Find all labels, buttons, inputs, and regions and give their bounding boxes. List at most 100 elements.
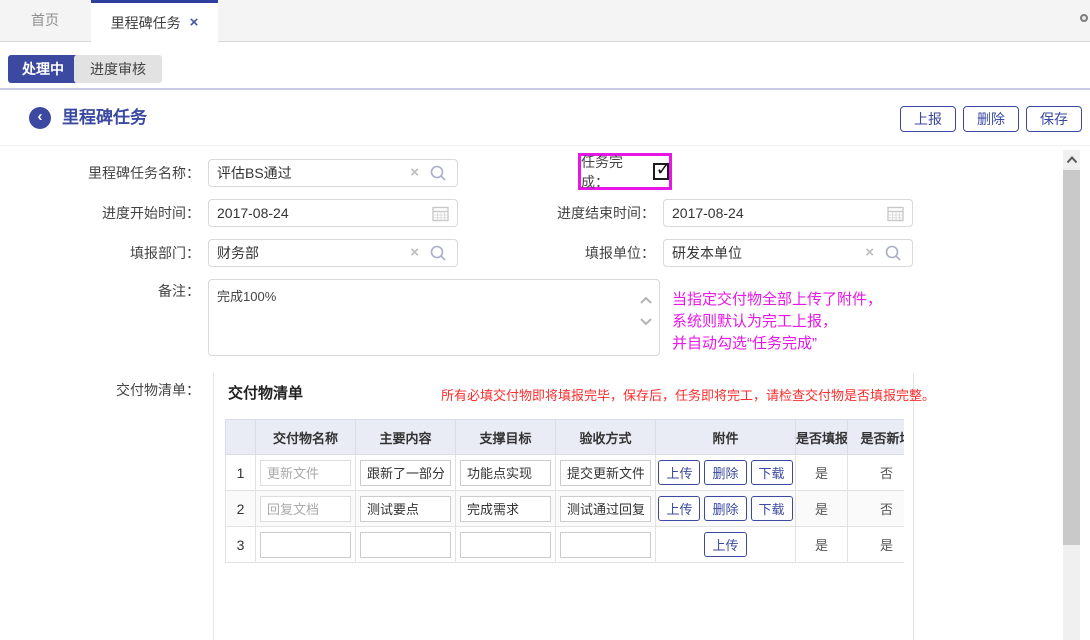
- deliverable-name-input[interactable]: [260, 496, 351, 522]
- tab-label: 里程碑任务: [111, 13, 181, 33]
- search-icon[interactable]: [429, 244, 447, 265]
- col-target: 支撑目标: [456, 420, 556, 455]
- chevron-down-icon[interactable]: [639, 317, 653, 326]
- support-target-input[interactable]: [460, 532, 551, 558]
- title-actions: 上报 删除 保存: [900, 106, 1082, 132]
- download-button[interactable]: 下载: [751, 496, 793, 521]
- task-name-field: ×: [208, 159, 458, 187]
- calendar-icon[interactable]: [432, 205, 449, 225]
- window-corner-icon: [1080, 14, 1088, 22]
- col-acceptance: 验收方式: [556, 420, 656, 455]
- check-icon: ✓: [656, 159, 671, 180]
- start-time-label: 进度开始时间：: [0, 199, 200, 227]
- deliverables-warning: 所有必填交付物即将填报完毕，保存后，任务即将完工，请检查交付物是否填报完整。: [441, 385, 935, 404]
- tab-bar: 首页 里程碑任务 ×: [0, 0, 1090, 42]
- task-complete-checkbox[interactable]: ✓: [653, 163, 669, 180]
- deliverables-table-container: 交付物名称 主要内容 支撑目标 验收方式 附件 是否填报 是否新增 1: [225, 419, 904, 563]
- deliverable-name-input[interactable]: [260, 532, 351, 558]
- is-new-cell: 否: [848, 491, 905, 527]
- department-field: ×: [208, 239, 458, 267]
- col-content: 主要内容: [356, 420, 456, 455]
- support-target-input[interactable]: [460, 496, 551, 522]
- support-target-input[interactable]: [460, 460, 551, 486]
- filled-cell: 是: [796, 455, 848, 491]
- is-new-cell: 是: [848, 527, 905, 563]
- scrollbar-thumb[interactable]: [1063, 170, 1080, 545]
- main-content-input[interactable]: [360, 460, 451, 486]
- remark-textarea[interactable]: 完成100%: [209, 280, 659, 355]
- unit-field: ×: [663, 239, 913, 267]
- annotation-line: 并自动勾选“任务完成”: [672, 333, 882, 355]
- start-time-input[interactable]: [209, 200, 457, 226]
- deliverables-table: 交付物名称 主要内容 支撑目标 验收方式 附件 是否填报 是否新增 1: [225, 419, 904, 563]
- col-name: 交付物名称: [256, 420, 356, 455]
- upload-button[interactable]: 上传: [704, 532, 746, 557]
- status-toolbar: 处理中 进度审核: [0, 42, 1090, 88]
- remark-field: 完成100%: [208, 279, 660, 356]
- tab-home[interactable]: 首页: [0, 0, 90, 41]
- task-name-input[interactable]: [209, 160, 457, 186]
- table-row: 2 上传 删除 下载: [226, 491, 905, 527]
- upload-button[interactable]: 上传: [658, 496, 700, 521]
- deliverable-name-input[interactable]: [260, 460, 351, 486]
- department-input[interactable]: [209, 240, 457, 266]
- unit-input[interactable]: [664, 240, 912, 266]
- annotation-line: 当指定交付物全部上传了附件，: [672, 289, 882, 311]
- col-filled: 是否填报: [796, 420, 848, 455]
- status-progress-review-button[interactable]: 进度审核: [74, 55, 162, 83]
- acceptance-input[interactable]: [560, 496, 651, 522]
- end-time-label: 进度结束时间：: [520, 199, 655, 227]
- report-button[interactable]: 上报: [900, 106, 956, 132]
- filled-cell: 是: [796, 491, 848, 527]
- search-icon[interactable]: [884, 244, 902, 265]
- app-window: 首页 里程碑任务 × 处理中 进度审核 ‹ 里程碑任务 上报 删除 保存 里程碑…: [0, 0, 1090, 640]
- chevron-up-icon[interactable]: [639, 296, 653, 305]
- acceptance-input[interactable]: [560, 460, 651, 486]
- delete-button[interactable]: 删除: [963, 106, 1019, 132]
- table-row: 1 上传 删除 下载: [226, 455, 905, 491]
- delete-attachment-button[interactable]: 删除: [704, 460, 746, 485]
- annotation-line: 系统则默认为完工上报，: [672, 311, 882, 333]
- deliverables-panel: 交付物清单 所有必填交付物即将填报完毕，保存后，任务即将完工，请检查交付物是否填…: [213, 373, 914, 640]
- status-processing-button[interactable]: 处理中: [8, 55, 78, 83]
- acceptance-input[interactable]: [560, 532, 651, 558]
- delete-attachment-button[interactable]: 删除: [704, 496, 746, 521]
- department-label: 填报部门：: [0, 239, 200, 267]
- back-icon[interactable]: ‹: [29, 107, 51, 129]
- tab-close-icon[interactable]: ×: [190, 15, 199, 30]
- table-row: 3 上传 是 是: [226, 527, 905, 563]
- task-complete-label: 任务完成：: [581, 152, 647, 192]
- clear-icon[interactable]: ×: [410, 160, 419, 186]
- row-index: 3: [226, 527, 256, 563]
- task-name-label: 里程碑任务名称：: [0, 159, 200, 187]
- vertical-scrollbar[interactable]: [1063, 150, 1080, 640]
- clear-icon[interactable]: ×: [865, 240, 874, 266]
- calendar-icon[interactable]: [887, 205, 904, 225]
- is-new-cell: 否: [848, 455, 905, 491]
- title-bar: ‹ 里程碑任务 上报 删除 保存: [0, 90, 1090, 145]
- row-index: 2: [226, 491, 256, 527]
- search-icon[interactable]: [429, 164, 447, 185]
- save-button[interactable]: 保存: [1026, 106, 1082, 132]
- table-header-row: 交付物名称 主要内容 支撑目标 验收方式 附件 是否填报 是否新增: [226, 420, 905, 455]
- unit-label: 填报单位：: [520, 239, 655, 267]
- annotation-note: 当指定交付物全部上传了附件， 系统则默认为完工上报， 并自动勾选“任务完成”: [672, 289, 882, 355]
- form-content: 里程碑任务名称： × 任务完成： ✓ 进度开始时间： 进度结束时间：: [0, 145, 1090, 640]
- end-time-input[interactable]: [664, 200, 912, 226]
- tab-milestone-task[interactable]: 里程碑任务 ×: [91, 0, 218, 42]
- col-index: [226, 420, 256, 455]
- deliverables-label: 交付物清单：: [0, 380, 200, 400]
- start-time-field: [208, 199, 458, 227]
- filled-cell: 是: [796, 527, 848, 563]
- textarea-scroll-arrows: [639, 296, 653, 326]
- remark-label: 备注：: [0, 281, 200, 301]
- main-content-input[interactable]: [360, 496, 451, 522]
- end-time-field: [663, 199, 913, 227]
- task-complete-highlight: 任务完成： ✓: [578, 153, 672, 190]
- download-button[interactable]: 下载: [751, 460, 793, 485]
- main-content-input[interactable]: [360, 532, 451, 558]
- clear-icon[interactable]: ×: [410, 240, 419, 266]
- scroll-up-icon[interactable]: [1063, 152, 1080, 168]
- upload-button[interactable]: 上传: [658, 460, 700, 485]
- row-index: 1: [226, 455, 256, 491]
